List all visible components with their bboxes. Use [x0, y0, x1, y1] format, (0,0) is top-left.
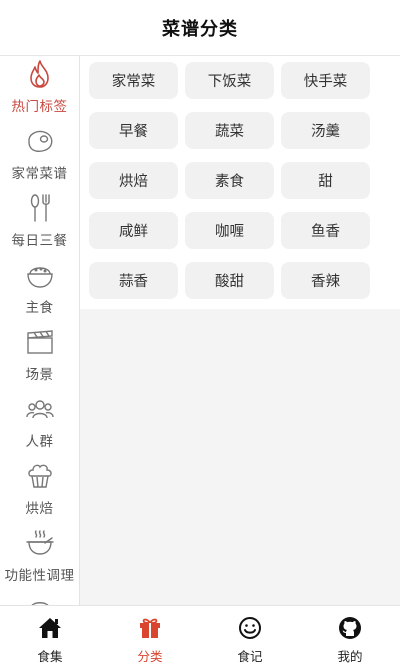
- sidebar-item-people[interactable]: 人群: [0, 391, 79, 458]
- rice-bowl-icon: [25, 260, 55, 290]
- sidebar-item-home-cooking[interactable]: 家常菜谱: [0, 123, 79, 190]
- tag-chip[interactable]: 香辣: [281, 262, 370, 299]
- home-icon: [37, 615, 63, 641]
- sidebar-item-label: 主食: [25, 300, 54, 316]
- tab-profile[interactable]: 我的: [300, 606, 400, 666]
- tab-notes[interactable]: 食记: [200, 606, 300, 666]
- flame-icon: [25, 59, 55, 89]
- steak-icon: [25, 126, 55, 156]
- sidebar-item-staple[interactable]: 主食: [0, 257, 79, 324]
- tag-chip[interactable]: 蒜香: [89, 262, 178, 299]
- sidebar-item-label: 烘焙: [25, 501, 54, 517]
- tab-label: 食记: [237, 649, 263, 664]
- tab-category[interactable]: 分类: [100, 606, 200, 666]
- sidebar-item-label: 场景: [25, 367, 54, 383]
- sidebar-item-label: 家常菜谱: [11, 166, 68, 182]
- clapperboard-icon: [25, 327, 55, 357]
- tag-chip[interactable]: 下饭菜: [185, 62, 274, 99]
- page-title: 菜谱分类: [162, 18, 238, 40]
- sidebar-item-baking[interactable]: 烘焙: [0, 458, 79, 525]
- tab-label: 分类: [137, 649, 163, 664]
- tag-chip[interactable]: 鱼香: [281, 212, 370, 249]
- tag-chip[interactable]: 素食: [185, 162, 274, 199]
- bowl-icon: [25, 595, 55, 605]
- tag-chip[interactable]: 甜: [281, 162, 370, 199]
- tag-chip[interactable]: 汤羹: [281, 112, 370, 149]
- tag-chip[interactable]: 咸鲜: [89, 212, 178, 249]
- tab-label: 食集: [37, 649, 63, 664]
- sidebar-item-hot-tags[interactable]: 热门标签: [0, 56, 79, 123]
- tab-home[interactable]: 食集: [0, 606, 100, 666]
- spoon-fork-icon: [25, 193, 55, 223]
- sidebar-item-label: 人群: [25, 434, 54, 450]
- app-header: 菜谱分类: [0, 0, 400, 56]
- smile-icon: [237, 615, 263, 641]
- tag-chip[interactable]: 快手菜: [281, 62, 370, 99]
- github-icon: [337, 615, 363, 641]
- tag-chip[interactable]: 咖喱: [185, 212, 274, 249]
- category-sidebar: 热门标签 家常菜谱 每日三餐 主食 场景 人群 烘焙 功能性调理: [0, 56, 80, 605]
- sidebar-item-label: 功能性调理: [4, 568, 75, 584]
- sidebar-item-more[interactable]: [0, 592, 79, 605]
- gift-icon: [137, 615, 163, 641]
- tag-chip[interactable]: 早餐: [89, 112, 178, 149]
- tag-grid: 家常菜 下饭菜 快手菜 早餐 蔬菜 汤羹 烘焙 素食 甜 咸鲜 咖喱 鱼香 蒜香…: [80, 56, 400, 309]
- tag-panel: 家常菜 下饭菜 快手菜 早餐 蔬菜 汤羹 烘焙 素食 甜 咸鲜 咖喱 鱼香 蒜香…: [80, 56, 400, 605]
- sidebar-item-functional[interactable]: 功能性调理: [0, 525, 79, 592]
- sidebar-item-label: 每日三餐: [11, 233, 68, 249]
- bottom-tab-bar: 食集 分类 食记 我的: [0, 605, 400, 666]
- soup-bowl-icon: [25, 528, 55, 558]
- tag-chip[interactable]: 家常菜: [89, 62, 178, 99]
- tab-label: 我的: [337, 649, 363, 664]
- cupcake-icon: [25, 461, 55, 491]
- tag-chip[interactable]: 烘焙: [89, 162, 178, 199]
- tag-chip[interactable]: 蔬菜: [185, 112, 274, 149]
- sidebar-item-scene[interactable]: 场景: [0, 324, 79, 391]
- people-icon: [25, 394, 55, 424]
- sidebar-item-three-meals[interactable]: 每日三餐: [0, 190, 79, 257]
- tag-chip[interactable]: 酸甜: [185, 262, 274, 299]
- sidebar-item-label: 热门标签: [11, 99, 68, 115]
